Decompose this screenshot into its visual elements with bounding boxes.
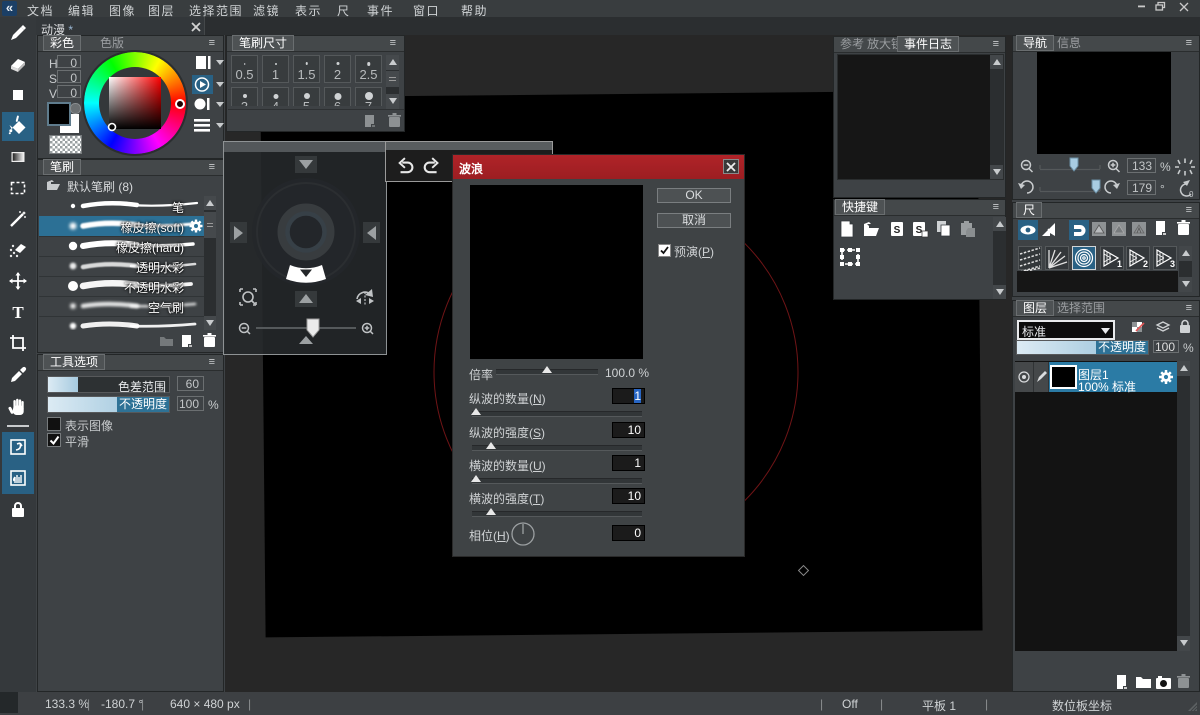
- svg-text:S: S: [916, 225, 923, 236]
- svg-text:3: 3: [1170, 259, 1175, 269]
- svg-text:2: 2: [1143, 259, 1148, 269]
- svg-text:0: 0: [1189, 190, 1194, 199]
- svg-text:S: S: [894, 225, 901, 236]
- svg-text:1: 1: [1117, 259, 1122, 269]
- svg-text:T: T: [12, 303, 24, 322]
